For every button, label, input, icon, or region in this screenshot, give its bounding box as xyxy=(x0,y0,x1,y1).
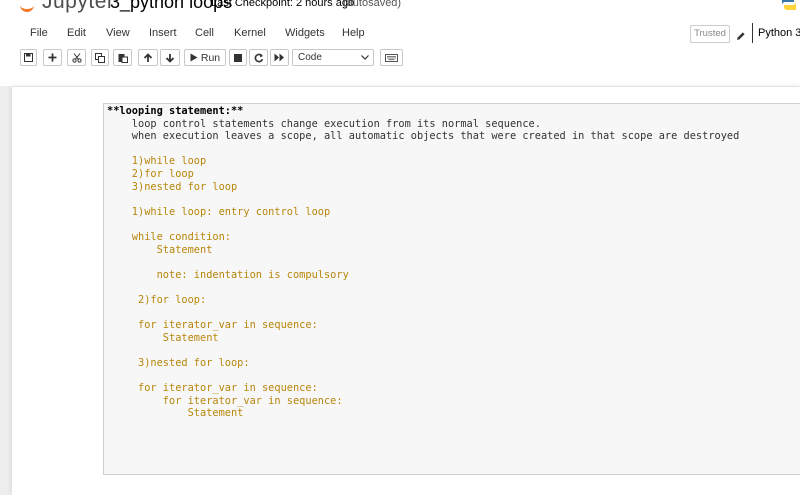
cell-line-14: note: indentation is compulsory xyxy=(107,268,349,281)
move-up-icon xyxy=(143,52,153,62)
cell-line-6: 2)for loop xyxy=(107,167,194,180)
python-logo-icon xyxy=(778,0,800,10)
menu-help[interactable]: Help xyxy=(342,27,365,39)
copy-button[interactable] xyxy=(91,49,109,66)
cell-line-23: for iterator_var in sequence: xyxy=(107,382,318,395)
autosave-status: (autosaved) xyxy=(343,0,402,9)
cell-line-24: for iterator_var in sequence: xyxy=(107,394,343,407)
jupyter-logo-text: Jupyter xyxy=(42,0,115,13)
move-up-button[interactable] xyxy=(138,49,158,66)
cell-type-select[interactable]: Code xyxy=(292,49,374,66)
cell-line-16: 2)for loop: xyxy=(107,293,207,306)
cell-line-12: Statement xyxy=(107,243,213,256)
command-palette-button[interactable] xyxy=(380,49,403,66)
restart-button[interactable] xyxy=(249,49,268,66)
cell-line-5: 1)while loop xyxy=(107,155,207,168)
pencil-icon[interactable] xyxy=(736,28,746,40)
paste-icon xyxy=(118,53,128,63)
cell-line-25: Statement xyxy=(107,407,244,420)
trusted-indicator[interactable]: Trusted xyxy=(690,25,730,43)
restart-icon xyxy=(254,53,263,62)
stop-icon xyxy=(234,53,242,62)
chevron-down-icon xyxy=(361,55,369,60)
menu-widgets[interactable]: Widgets xyxy=(285,27,325,39)
cut-icon xyxy=(71,52,82,63)
menu-cell[interactable]: Cell xyxy=(195,27,214,39)
menu-edit[interactable]: Edit xyxy=(67,27,86,39)
cell-line-11: while condition: xyxy=(107,230,231,243)
paste-button[interactable] xyxy=(113,49,132,66)
save-button[interactable] xyxy=(20,49,37,66)
jupyter-logo-icon xyxy=(20,1,34,12)
save-icon xyxy=(24,53,33,62)
kernel-indicator[interactable]: Python 3 xyxy=(752,23,800,43)
menu-kernel[interactable]: Kernel xyxy=(234,27,266,39)
cut-button[interactable] xyxy=(67,49,86,66)
restart-run-all-button[interactable] xyxy=(270,49,289,66)
cell-line-3: when execution leaves a scope, all autom… xyxy=(107,130,740,143)
menu-bar: File Edit View Insert Cell Kernel Widget… xyxy=(0,22,800,46)
run-button-label: Run xyxy=(200,51,221,64)
cell-line-18: for iterator_var in sequence: xyxy=(107,319,318,332)
copy-icon xyxy=(95,52,105,63)
move-down-button[interactable] xyxy=(160,49,180,66)
fast-forward-icon xyxy=(274,53,284,62)
jupyter-logo[interactable]: Jupyter xyxy=(20,0,114,13)
menu-view[interactable]: View xyxy=(106,27,130,39)
move-down-icon xyxy=(165,53,175,63)
menu-insert[interactable]: Insert xyxy=(149,27,177,39)
cell-line-2: loop control statements change execution… xyxy=(107,117,541,130)
keyboard-icon xyxy=(385,53,398,62)
cell-editor[interactable]: **looping statement:** loop control stat… xyxy=(107,105,739,420)
insert-cell-button[interactable] xyxy=(43,49,62,66)
run-icon xyxy=(190,53,198,62)
cell-line-19: Statement xyxy=(107,331,219,344)
menu-file[interactable]: File xyxy=(30,27,48,39)
interrupt-button[interactable] xyxy=(229,49,247,66)
cell-type-value: Code xyxy=(298,52,322,63)
cell-line-9: 1)while loop: entry control loop xyxy=(107,205,331,218)
cell-line-21: 3)nested for loop: xyxy=(107,356,250,369)
cell-line-7: 3)nested for loop xyxy=(107,180,238,193)
cell-line-1: **looping statement:** xyxy=(107,105,244,117)
run-button[interactable]: Run xyxy=(184,49,226,66)
checkpoint-status: Last Checkpoint: 2 hours ago xyxy=(211,0,355,9)
add-icon xyxy=(48,53,57,62)
